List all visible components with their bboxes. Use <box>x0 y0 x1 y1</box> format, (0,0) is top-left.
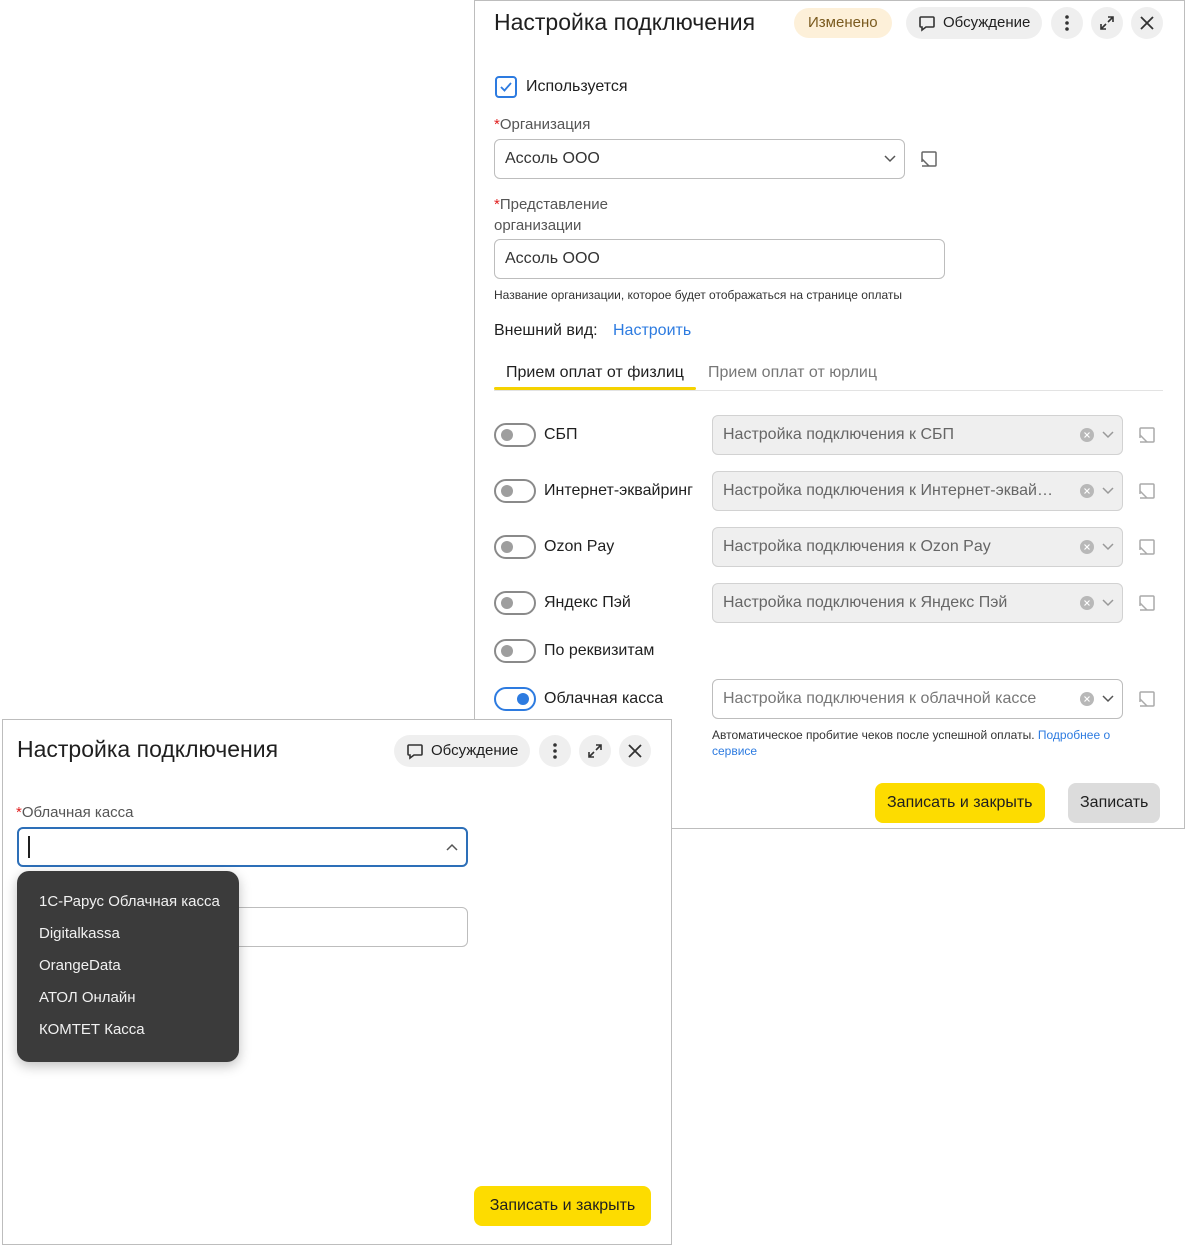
checkmark-icon <box>500 82 512 92</box>
yandex-pay-settings-field[interactable]: Настройка подключения к Яндекс Пэй <box>712 583 1123 623</box>
tabs-divider <box>494 390 1163 391</box>
acquiring-label: Интернет-эквайринг <box>544 482 693 499</box>
discussion-label: Обсуждение <box>431 742 519 759</box>
organization-label: *Организация <box>494 116 591 133</box>
cloud-cashbox-field-label: *Облачная касса <box>16 804 134 821</box>
more-menu-button[interactable] <box>1051 7 1083 39</box>
chevron-down-icon <box>1102 695 1114 703</box>
kebab-menu-icon <box>1065 15 1069 31</box>
sbp-label: СБП <box>544 426 578 443</box>
expand-button[interactable] <box>579 735 611 767</box>
cloud-cashbox-select[interactable] <box>17 827 468 867</box>
active-tab-indicator <box>494 387 696 390</box>
chevron-down-icon <box>1102 487 1114 495</box>
dropdown-option[interactable]: Digitalkassa <box>17 923 239 955</box>
chevron-down-icon <box>1102 431 1114 439</box>
close-button[interactable] <box>619 735 651 767</box>
expand-icon <box>588 744 602 758</box>
cloud-cashbox-dropdown: 1С-Рарус Облачная касса Digitalkassa Ora… <box>17 871 239 1062</box>
open-form-icon[interactable] <box>918 148 940 170</box>
kebab-menu-icon <box>553 743 557 759</box>
sbp-settings-field[interactable]: Настройка подключения к СБП <box>712 415 1123 455</box>
expand-icon <box>1100 16 1114 30</box>
requisites-toggle[interactable] <box>494 639 536 663</box>
comment-icon <box>407 744 423 760</box>
requisites-label: По реквизитам <box>544 642 655 659</box>
window-title: Настройка подключения <box>17 736 279 762</box>
yandex-pay-label: Яндекс Пэй <box>544 594 631 611</box>
more-menu-button[interactable] <box>539 735 571 767</box>
clear-icon[interactable] <box>1080 596 1094 610</box>
appearance-configure-link[interactable]: Настроить <box>613 322 691 340</box>
sbp-settings-value: Настройка подключения к СБП <box>723 426 955 443</box>
dropdown-option[interactable]: 1С-Рарус Облачная касса <box>17 891 239 923</box>
tab-individuals[interactable]: Прием оплат от физлиц <box>506 364 684 382</box>
cloud-cashbox-toggle[interactable] <box>494 687 536 711</box>
acquiring-settings-field[interactable]: Настройка подключения к Интернет-эквай… <box>712 471 1123 511</box>
chevron-down-icon <box>1102 543 1114 551</box>
window-title: Настройка подключения <box>494 9 756 35</box>
cloud-cashbox-hint: Автоматическое пробитие чеков после успе… <box>712 728 1111 758</box>
open-form-icon[interactable] <box>1136 688 1158 710</box>
discussion-label: Обсуждение <box>943 14 1031 31</box>
tab-legal-entities[interactable]: Прием оплат от юрлиц <box>708 364 877 382</box>
clear-icon[interactable] <box>1080 428 1094 442</box>
yandex-pay-settings-value: Настройка подключения к Яндекс Пэй <box>723 594 1008 611</box>
representation-label: *Представление организации <box>494 196 609 234</box>
dropdown-option[interactable]: КОМТЕТ Касса <box>17 1019 239 1051</box>
connection-settings-window-front: Настройка подключения Обсуждение *Облачн… <box>2 719 672 1245</box>
chevron-up-icon <box>446 843 458 851</box>
ozon-pay-toggle[interactable] <box>494 535 536 559</box>
save-and-close-button[interactable]: Записать и закрыть <box>474 1186 651 1226</box>
ozon-pay-settings-value: Настройка подключения к Ozon Pay <box>723 538 991 555</box>
ozon-pay-settings-field[interactable]: Настройка подключения к Ozon Pay <box>712 527 1123 567</box>
open-form-icon[interactable] <box>1136 592 1158 614</box>
expand-button[interactable] <box>1091 7 1123 39</box>
representation-input[interactable]: Ассоль ООО <box>494 239 945 279</box>
sbp-toggle[interactable] <box>494 423 536 447</box>
representation-hint: Название организации, которое будет отоб… <box>494 288 902 302</box>
used-checkbox-label: Используется <box>526 78 628 95</box>
status-badge: Изменено <box>794 8 892 38</box>
acquiring-toggle[interactable] <box>494 479 536 503</box>
text-cursor <box>28 836 30 858</box>
close-button[interactable] <box>1131 7 1163 39</box>
connection-settings-window-back: Настройка подключения Изменено Обсуждени… <box>474 0 1185 829</box>
clear-icon[interactable] <box>1080 484 1094 498</box>
dropdown-option[interactable]: OrangeData <box>17 955 239 987</box>
save-button[interactable]: Записать <box>1068 783 1161 823</box>
save-and-close-button[interactable]: Записать и закрыть <box>875 783 1045 823</box>
comment-icon <box>919 16 935 32</box>
cloud-cashbox-label: Облачная касса <box>544 690 664 707</box>
organization-value: Ассоль ООО <box>505 150 600 167</box>
discussion-button[interactable]: Обсуждение <box>394 735 531 767</box>
open-form-icon[interactable] <box>1136 536 1158 558</box>
clear-icon[interactable] <box>1080 692 1094 706</box>
open-form-icon[interactable] <box>1136 480 1158 502</box>
appearance-label: Внешний вид: <box>494 322 598 339</box>
acquiring-settings-value: Настройка подключения к Интернет-эквай… <box>723 482 1053 499</box>
representation-value: Ассоль ООО <box>505 250 600 267</box>
organization-select[interactable]: Ассоль ООО <box>494 139 905 179</box>
chevron-down-icon <box>884 155 896 163</box>
close-icon <box>1140 16 1154 30</box>
dropdown-option[interactable]: АТОЛ Онлайн <box>17 987 239 1019</box>
close-icon <box>628 744 642 758</box>
discussion-button[interactable]: Обсуждение <box>906 7 1043 39</box>
chevron-down-icon <box>1102 599 1114 607</box>
clear-icon[interactable] <box>1080 540 1094 554</box>
open-form-icon[interactable] <box>1136 424 1158 446</box>
ozon-pay-label: Ozon Pay <box>544 538 615 555</box>
used-checkbox[interactable] <box>495 76 517 98</box>
cloud-cashbox-settings-field[interactable]: Настройка подключения к облачной кассе <box>712 679 1123 719</box>
cloud-cashbox-settings-value: Настройка подключения к облачной кассе <box>723 690 1037 707</box>
yandex-pay-toggle[interactable] <box>494 591 536 615</box>
